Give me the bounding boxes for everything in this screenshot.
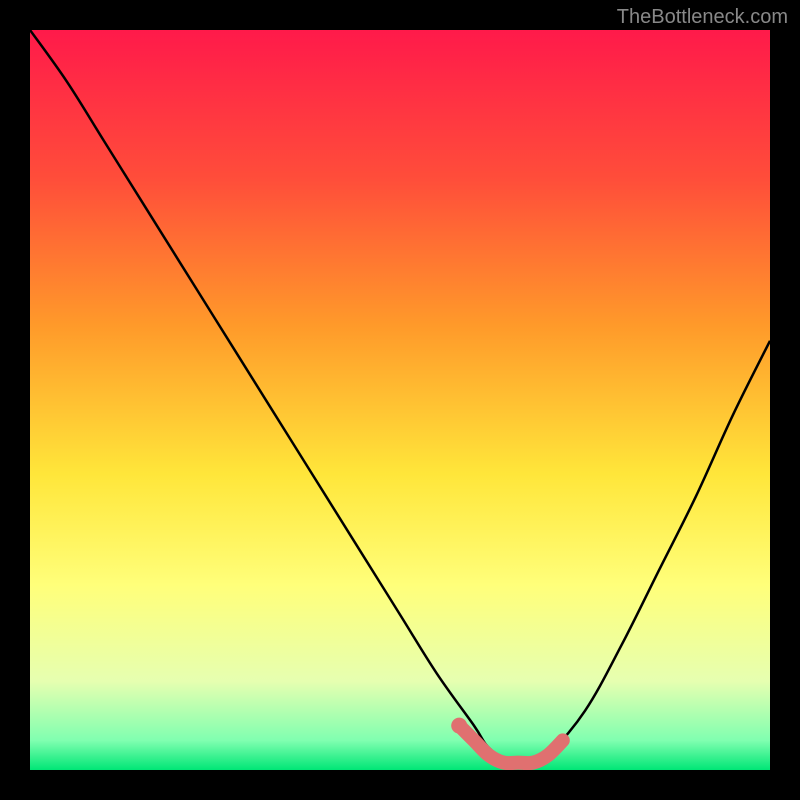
curve-layer <box>30 30 770 770</box>
optimal-zone-dot <box>451 718 467 734</box>
optimal-zone-highlight <box>459 726 563 764</box>
chart-container <box>30 30 770 770</box>
watermark-text: TheBottleneck.com <box>617 6 788 29</box>
bottleneck-curve <box>30 30 770 764</box>
